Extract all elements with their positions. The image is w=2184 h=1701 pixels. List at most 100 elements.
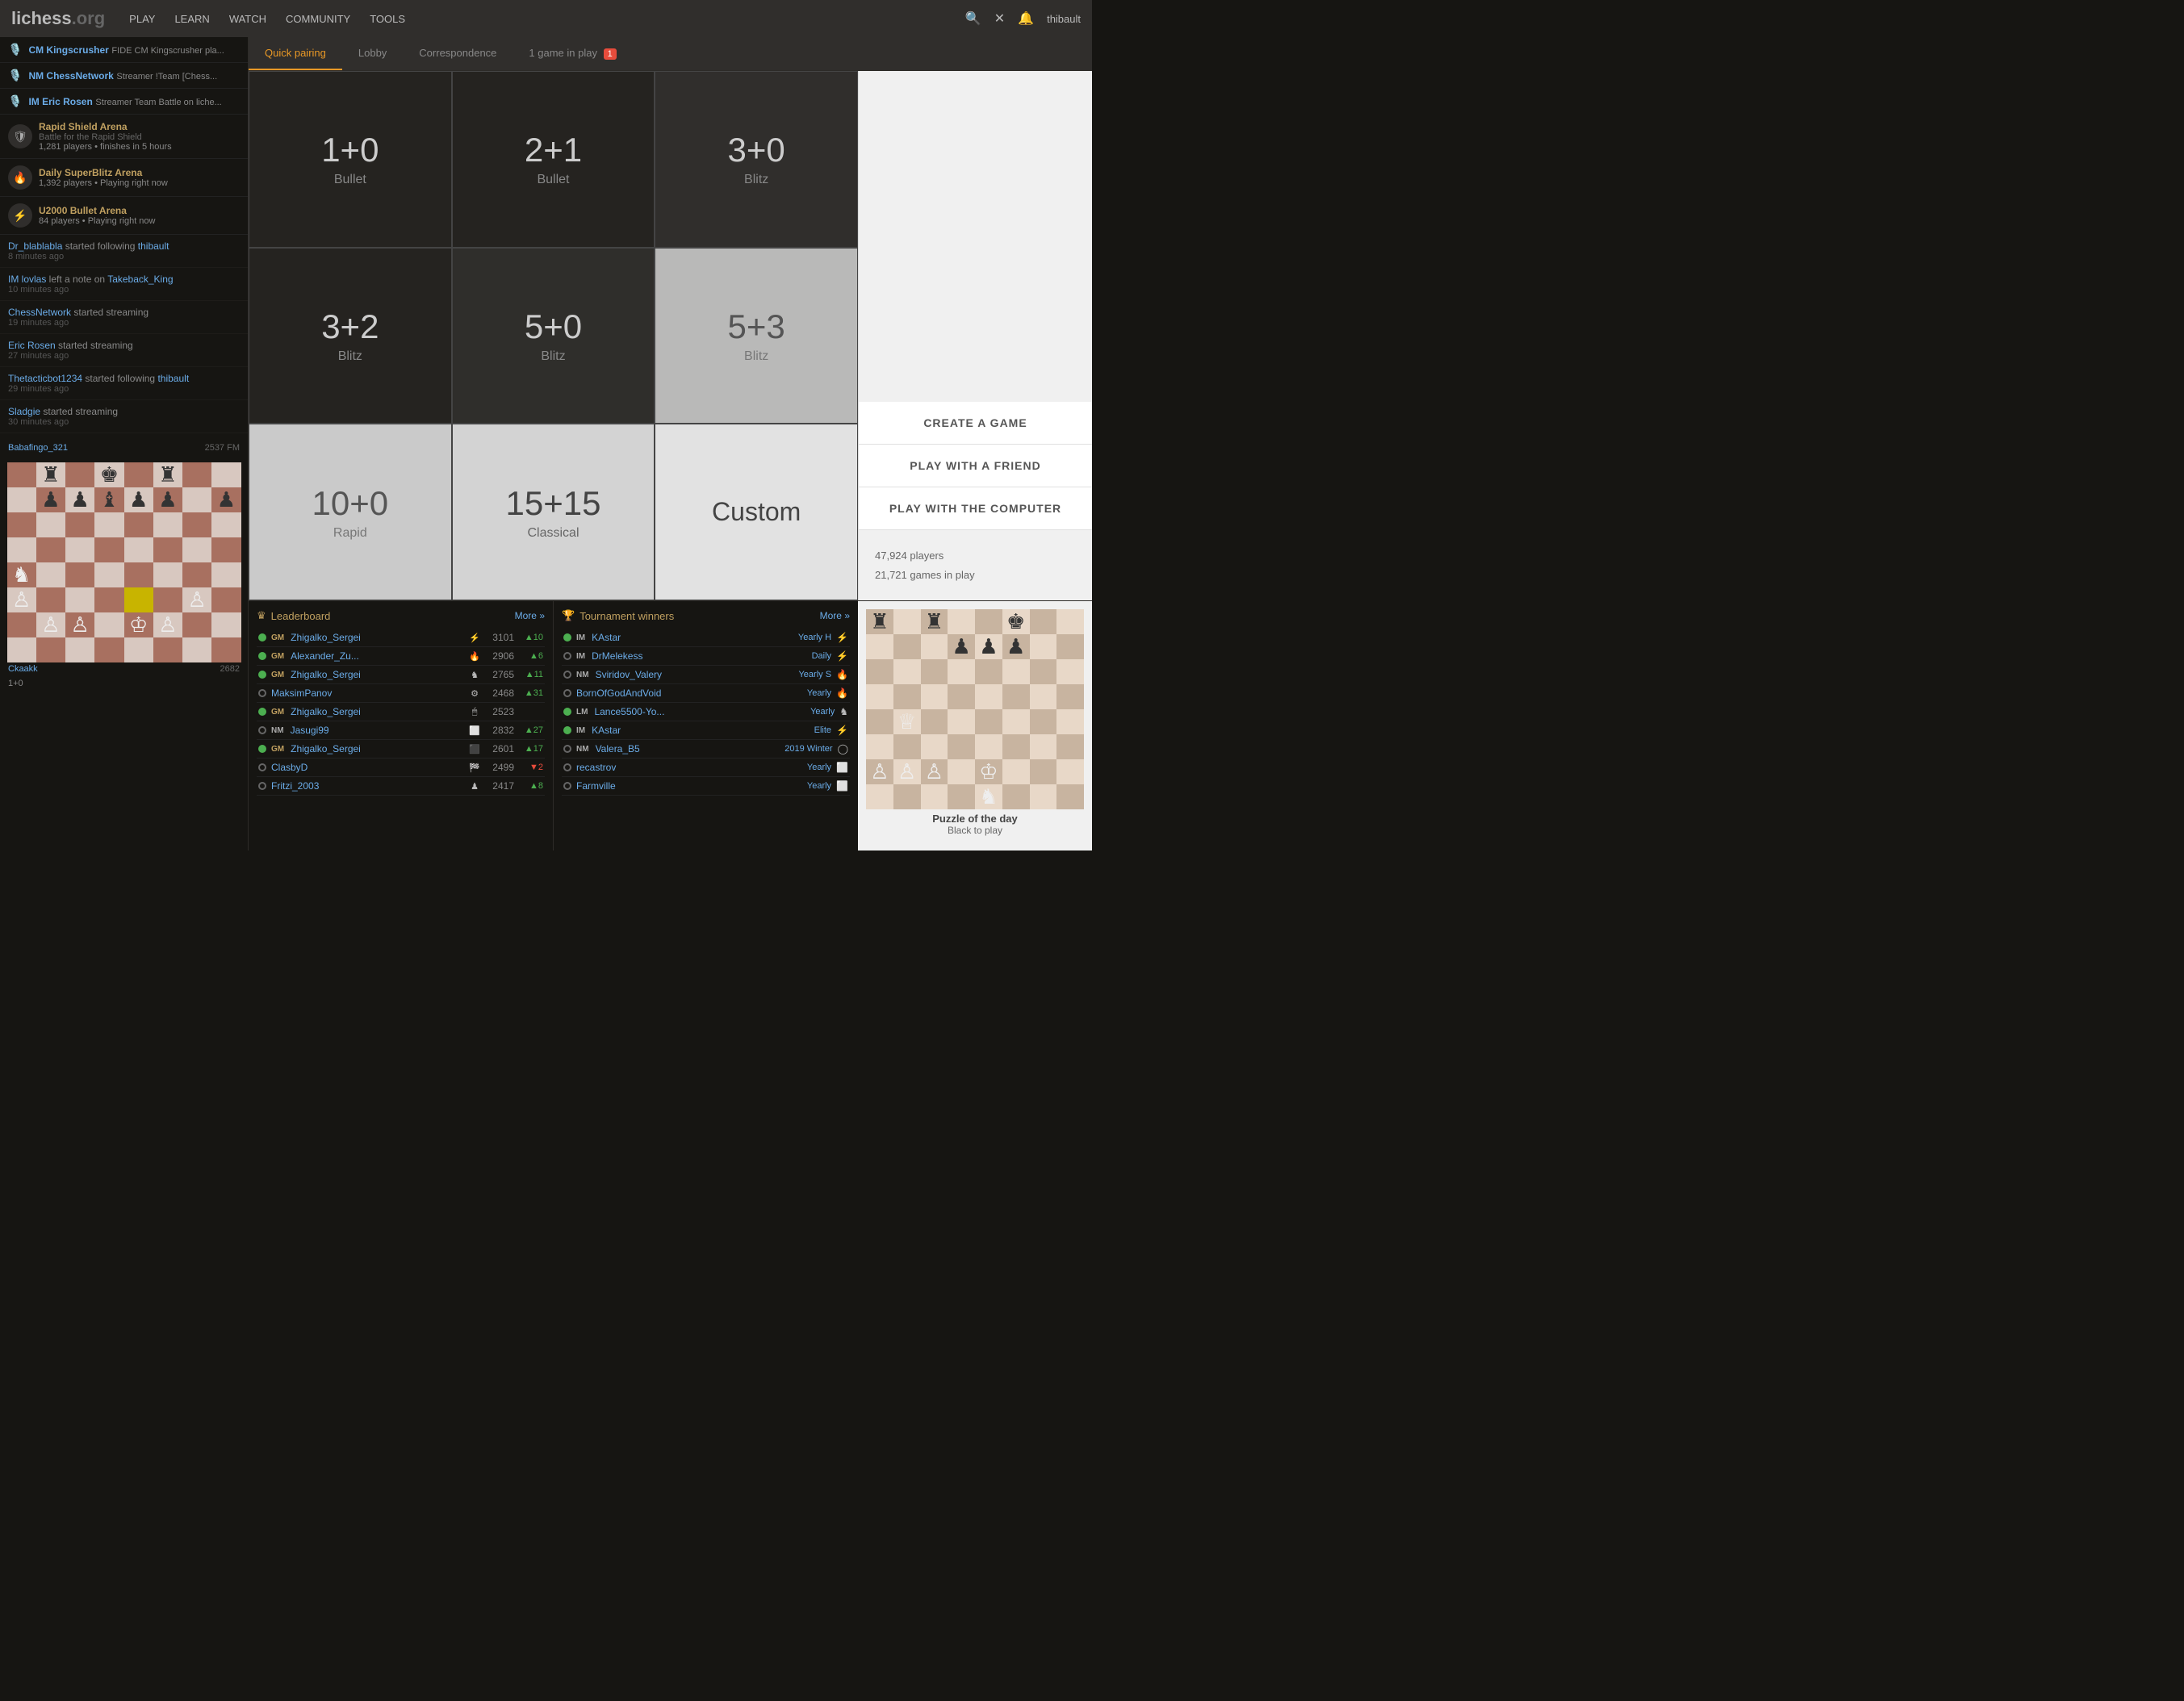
tournament-more[interactable]: More » — [820, 610, 850, 621]
header-right: 🔍 ✕ 🔔 thibault — [965, 10, 1081, 27]
tournament-bullet[interactable]: ⚡ U2000 Bullet Arena 84 players • Playin… — [0, 197, 248, 235]
game-cell-1-0[interactable]: 1+0 Bullet — [249, 71, 452, 248]
logo[interactable]: lichess.org — [11, 8, 105, 29]
tournament-winner-row: IM DrMelekess Daily ⚡ — [562, 647, 850, 666]
nav-watch[interactable]: WATCH — [229, 13, 266, 25]
tab-game-in-play[interactable]: 1 game in play 1 — [513, 37, 632, 70]
puzzle-title: Puzzle of the day Black to play — [924, 809, 1025, 839]
leaderboard-title: Leaderboard — [271, 610, 331, 622]
board-top-player: Babafingo_321 2537 FM — [0, 441, 248, 454]
game-mode-icon: ♟ — [468, 781, 481, 792]
board-footer: 1+0 — [0, 675, 248, 692]
tournament-rapid-shield[interactable]: 🛡 Rapid Shield Arena Battle for the Rapi… — [0, 115, 248, 159]
game-cell-custom[interactable]: Custom — [655, 424, 858, 600]
players-stat: 47,924 players — [875, 546, 1076, 565]
leaderboard-row: MaksimPanov ⚙ 2468 ▲31 — [257, 684, 545, 703]
game-cell-10-0[interactable]: 10+0 Rapid — [249, 424, 452, 600]
online-indicator — [563, 633, 571, 642]
tournament-sub: Battle for the Rapid Shield — [39, 132, 240, 142]
online-indicator — [563, 689, 571, 697]
nav-tools[interactable]: TOOLS — [370, 13, 405, 25]
streamer-text: Streamer !Team [Chess... — [116, 72, 217, 81]
online-indicator — [563, 671, 571, 679]
streamer-name[interactable]: IM Eric Rosen — [28, 96, 92, 107]
leaderboard-more[interactable]: More » — [515, 610, 545, 621]
leaderboard-row: Fritzi_2003 ♟ 2417 ▲8 — [257, 777, 545, 796]
game-cell-15-15[interactable]: 15+15 Classical — [452, 424, 655, 600]
game-mode-icon: ♞ — [468, 670, 481, 680]
streamer-item[interactable]: 🎙️ CM Kingscrusher FIDE CM Kingscrusher … — [0, 37, 248, 63]
activity-item: ChessNetwork started streaming 19 minute… — [0, 301, 248, 334]
online-indicator — [258, 745, 266, 753]
nav-play[interactable]: PLAY — [129, 13, 155, 25]
tournament-winner-row: recastrov Yearly ⬜ — [562, 759, 850, 777]
game-area: ♞ 1+0 Bullet — [249, 71, 1092, 600]
tab-quick-pairing[interactable]: Quick pairing — [249, 37, 342, 70]
streamer-name[interactable]: CM Kingscrusher — [28, 44, 108, 56]
activity-item: Eric Rosen started streaming 27 minutes … — [0, 334, 248, 367]
leaderboard-row: NM Jasugi99 ⬜ 2832 ▲27 — [257, 721, 545, 740]
main-nav: PLAY LEARN WATCH COMMUNITY TOOLS — [129, 13, 405, 25]
nav-community[interactable]: COMMUNITY — [286, 13, 350, 25]
bolt-icon: ⚡ — [8, 203, 32, 228]
leaderboard-panel: ♛ Leaderboard More » GM Zhigalko_Sergei … — [249, 601, 554, 850]
leaderboard-row: ClasbyD 🏁 2499 ▼2 — [257, 759, 545, 777]
game-cell-3-0[interactable]: 3+0 Blitz — [655, 71, 858, 248]
center-content: Quick pairing Lobby Correspondence 1 gam… — [249, 37, 1092, 850]
game-grid-area: ♞ 1+0 Bullet — [249, 71, 858, 600]
activity-item: IM lovlas left a note on Takeback_King 1… — [0, 268, 248, 301]
tournament-name: Daily SuperBlitz Arena — [39, 167, 240, 178]
tournament-winner-row: IM KAstar Elite ⚡ — [562, 721, 850, 740]
tab-correspondence[interactable]: Correspondence — [403, 37, 513, 70]
online-indicator — [258, 689, 266, 697]
game-badge: 1 — [604, 48, 617, 60]
streamer-item[interactable]: 🎙️ NM ChessNetwork Streamer !Team [Chess… — [0, 63, 248, 89]
create-game-button[interactable]: CREATE A GAME — [859, 402, 1092, 445]
tab-lobby[interactable]: Lobby — [342, 37, 403, 70]
tournament-winner-row: Farmville Yearly ⬜ — [562, 777, 850, 796]
leaderboard-header: ♛ Leaderboard More » — [257, 609, 545, 622]
game-mode-icon: 🖱 — [468, 707, 481, 717]
online-indicator — [258, 671, 266, 679]
tournament-name: Rapid Shield Arena — [39, 121, 240, 132]
game-cell-3-2[interactable]: 3+2 Blitz — [249, 248, 452, 424]
tournament-time: 1,281 players • finishes in 5 hours — [39, 142, 240, 152]
online-indicator — [563, 782, 571, 790]
streamer-icon: 🎙️ — [8, 94, 22, 108]
game-cell-2-1[interactable]: 2+1 Bullet — [452, 71, 655, 248]
nav-learn[interactable]: LEARN — [174, 13, 209, 25]
online-indicator — [563, 745, 571, 753]
streamer-name[interactable]: NM ChessNetwork — [28, 70, 113, 81]
tournament-name: U2000 Bullet Arena — [39, 205, 240, 216]
play-computer-button[interactable]: PLAY WITH THE COMPUTER — [859, 487, 1092, 530]
game-cell-5-3[interactable]: 5+3 Blitz — [655, 248, 858, 424]
game-mode-icon: ⬛ — [468, 744, 481, 754]
play-friend-button[interactable]: PLAY WITH A FRIEND — [859, 445, 1092, 487]
shield-icon: 🛡 — [8, 124, 32, 148]
streamer-item[interactable]: 🎙️ IM Eric Rosen Streamer Team Battle on… — [0, 89, 248, 115]
search-icon[interactable]: 🔍 — [965, 10, 981, 27]
activity-item: Dr_blablabla started following thibault … — [0, 235, 248, 268]
games-stat: 21,721 games in play — [875, 566, 1076, 584]
puzzle-panel: ♜♜♚ ♟♟♟ ♕ ♙♙♙♔ ♞ — [858, 601, 1092, 850]
streamer-icon: 🎙️ — [8, 43, 22, 56]
tournament-header: 🏆 Tournament winners More » — [562, 609, 850, 622]
leaderboard-row: GM Zhigalko_Sergei ⬛ 2601 ▲17 — [257, 740, 545, 759]
tournament-winners-panel: 🏆 Tournament winners More » IM KAstar Ye… — [554, 601, 858, 850]
tournament-time: 1,392 players • Playing right now — [39, 178, 240, 188]
online-indicator — [563, 763, 571, 771]
game-mode-icon: ⬜ — [468, 725, 481, 736]
puzzle-chess-board[interactable]: ♜♜♚ ♟♟♟ ♕ ♙♙♙♔ ♞ — [866, 609, 1084, 809]
game-grid: 1+0 Bullet 2+1 Bullet 3+0 Blitz — [249, 71, 858, 600]
activity-item: Thetacticbot1234 started following thiba… — [0, 367, 248, 400]
bell-icon[interactable]: 🔔 — [1018, 10, 1034, 27]
close-icon[interactable]: ✕ — [994, 10, 1005, 27]
mini-chess-board[interactable]: ♜♚♜ ♟♟♝♟♟♟ ♞ ♙♙ ♙♙♔♙ — [7, 462, 241, 662]
username[interactable]: thibault — [1047, 13, 1081, 25]
online-indicator — [258, 652, 266, 660]
game-cell-5-0[interactable]: 5+0 Blitz — [452, 248, 655, 424]
streamer-icon: 🎙️ — [8, 69, 22, 82]
streamer-text: Streamer Team Battle on liche... — [95, 98, 221, 107]
tournament-superblitz[interactable]: 🔥 Daily SuperBlitz Arena 1,392 players •… — [0, 159, 248, 197]
online-indicator — [258, 633, 266, 642]
